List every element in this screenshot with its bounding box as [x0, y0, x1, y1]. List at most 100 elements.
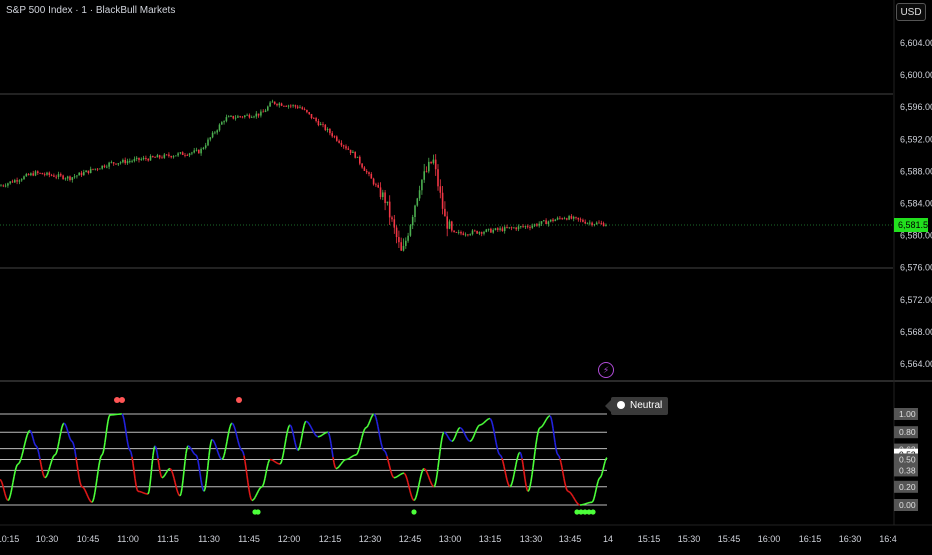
osc-line-segment	[101, 455, 102, 456]
candle-body	[115, 164, 117, 165]
osc-line-segment	[299, 446, 300, 449]
osc-line-segment	[547, 417, 548, 418]
osc-line-segment	[237, 437, 238, 441]
candle-body	[561, 218, 563, 219]
osc-line-segment	[448, 437, 449, 439]
osc-line-segment	[497, 447, 498, 451]
osc-line-segment	[66, 426, 67, 429]
osc-line-segment	[555, 443, 556, 449]
currency-button[interactable]: USD	[896, 3, 926, 21]
osc-line-segment	[416, 494, 417, 498]
chart-canvas[interactable]: 6,604.006,600.006,596.006,592.006,588.00…	[0, 0, 932, 550]
osc-line-segment	[95, 486, 96, 492]
candle-body	[67, 176, 69, 178]
candle-body	[212, 133, 214, 138]
osc-line-segment	[122, 414, 123, 416]
candle-body	[495, 228, 497, 230]
candle-body	[515, 228, 517, 230]
candle-body	[191, 153, 193, 154]
osc-line-segment	[329, 434, 330, 438]
candle-body	[568, 216, 570, 220]
osc-line-segment	[428, 475, 429, 478]
osc-line-segment	[517, 456, 518, 460]
candle-body	[566, 218, 568, 219]
osc-line-segment	[314, 433, 315, 435]
candle-body	[564, 218, 566, 219]
candle-body	[74, 176, 76, 177]
osc-line-segment	[213, 440, 214, 442]
osc-line-segment	[426, 470, 427, 472]
osc-line-segment	[242, 450, 243, 451]
chart-container[interactable]: 6,604.006,600.006,596.006,592.006,588.00…	[0, 0, 932, 550]
osc-line-segment	[381, 443, 382, 447]
osc-line-segment	[194, 454, 195, 455]
osc-line-segment	[135, 478, 136, 485]
osc-line-segment	[200, 473, 201, 480]
osc-line-segment	[103, 449, 104, 454]
osc-line-segment	[361, 437, 362, 441]
osc-line-segment	[303, 426, 304, 431]
osc-line-segment	[453, 439, 454, 441]
candle-body	[348, 148, 350, 149]
osc-line-segment	[240, 448, 241, 450]
osc-line-segment	[437, 468, 438, 475]
osc-line-segment	[408, 483, 409, 487]
osc-line-segment	[253, 499, 254, 500]
osc-line-segment	[205, 483, 206, 489]
osc-line-segment	[100, 456, 101, 460]
candle-body	[504, 227, 506, 231]
candle-body	[49, 173, 51, 175]
time-axis-label: 11:45	[238, 534, 260, 544]
osc-line-segment	[449, 438, 450, 439]
candle-body	[5, 186, 7, 187]
osc-line-segment	[322, 434, 323, 435]
candle-body	[118, 163, 120, 164]
osc-line-segment	[371, 416, 372, 418]
symbol-title[interactable]: S&P 500 Index · 1 · BlackBull Markets	[6, 5, 175, 16]
osc-line-segment	[478, 425, 479, 426]
candle-body	[166, 155, 168, 156]
candle-body	[72, 177, 74, 180]
osc-line-segment	[370, 418, 371, 421]
candle-body	[120, 162, 122, 163]
candle-body	[412, 217, 414, 225]
lightning-icon[interactable]: ⚡	[598, 362, 614, 378]
candle-body	[329, 129, 331, 133]
candle-body	[92, 169, 94, 170]
osc-line-segment	[300, 441, 301, 446]
candle-body	[281, 103, 283, 105]
candle-body	[550, 220, 552, 222]
neutral-badge: Neutral	[611, 397, 668, 415]
osc-line-segment	[310, 425, 311, 427]
osc-line-segment	[321, 435, 322, 436]
candle-body	[419, 190, 421, 198]
osc-line-segment	[526, 485, 527, 489]
candle-body	[159, 155, 161, 157]
osc-line-segment	[40, 459, 41, 464]
osc-line-segment	[419, 480, 420, 485]
osc-line-segment	[418, 485, 419, 490]
osc-line-segment	[308, 422, 309, 423]
candle-body	[88, 171, 90, 173]
candle-body	[299, 107, 301, 108]
osc-line-segment	[199, 466, 200, 473]
osc-line-segment	[313, 431, 314, 433]
osc-line-segment	[156, 448, 157, 453]
osc-line-segment	[257, 492, 258, 494]
candle-body	[357, 157, 359, 158]
osc-line-segment	[546, 418, 547, 420]
candle-body	[403, 246, 405, 251]
osc-line-segment	[529, 487, 530, 490]
candle-body	[19, 180, 21, 181]
osc-line-segment	[472, 438, 473, 440]
osc-line-segment	[376, 418, 377, 422]
candle-body	[173, 156, 175, 157]
osc-line-segment	[43, 474, 44, 477]
osc-line-segment	[178, 493, 179, 495]
osc-line-segment	[340, 464, 341, 465]
candle-body	[469, 234, 471, 235]
osc-line-segment	[272, 460, 273, 461]
time-axis-label: 12:15	[319, 534, 342, 544]
osc-line-segment	[399, 475, 400, 476]
osc-line-segment	[595, 490, 596, 495]
